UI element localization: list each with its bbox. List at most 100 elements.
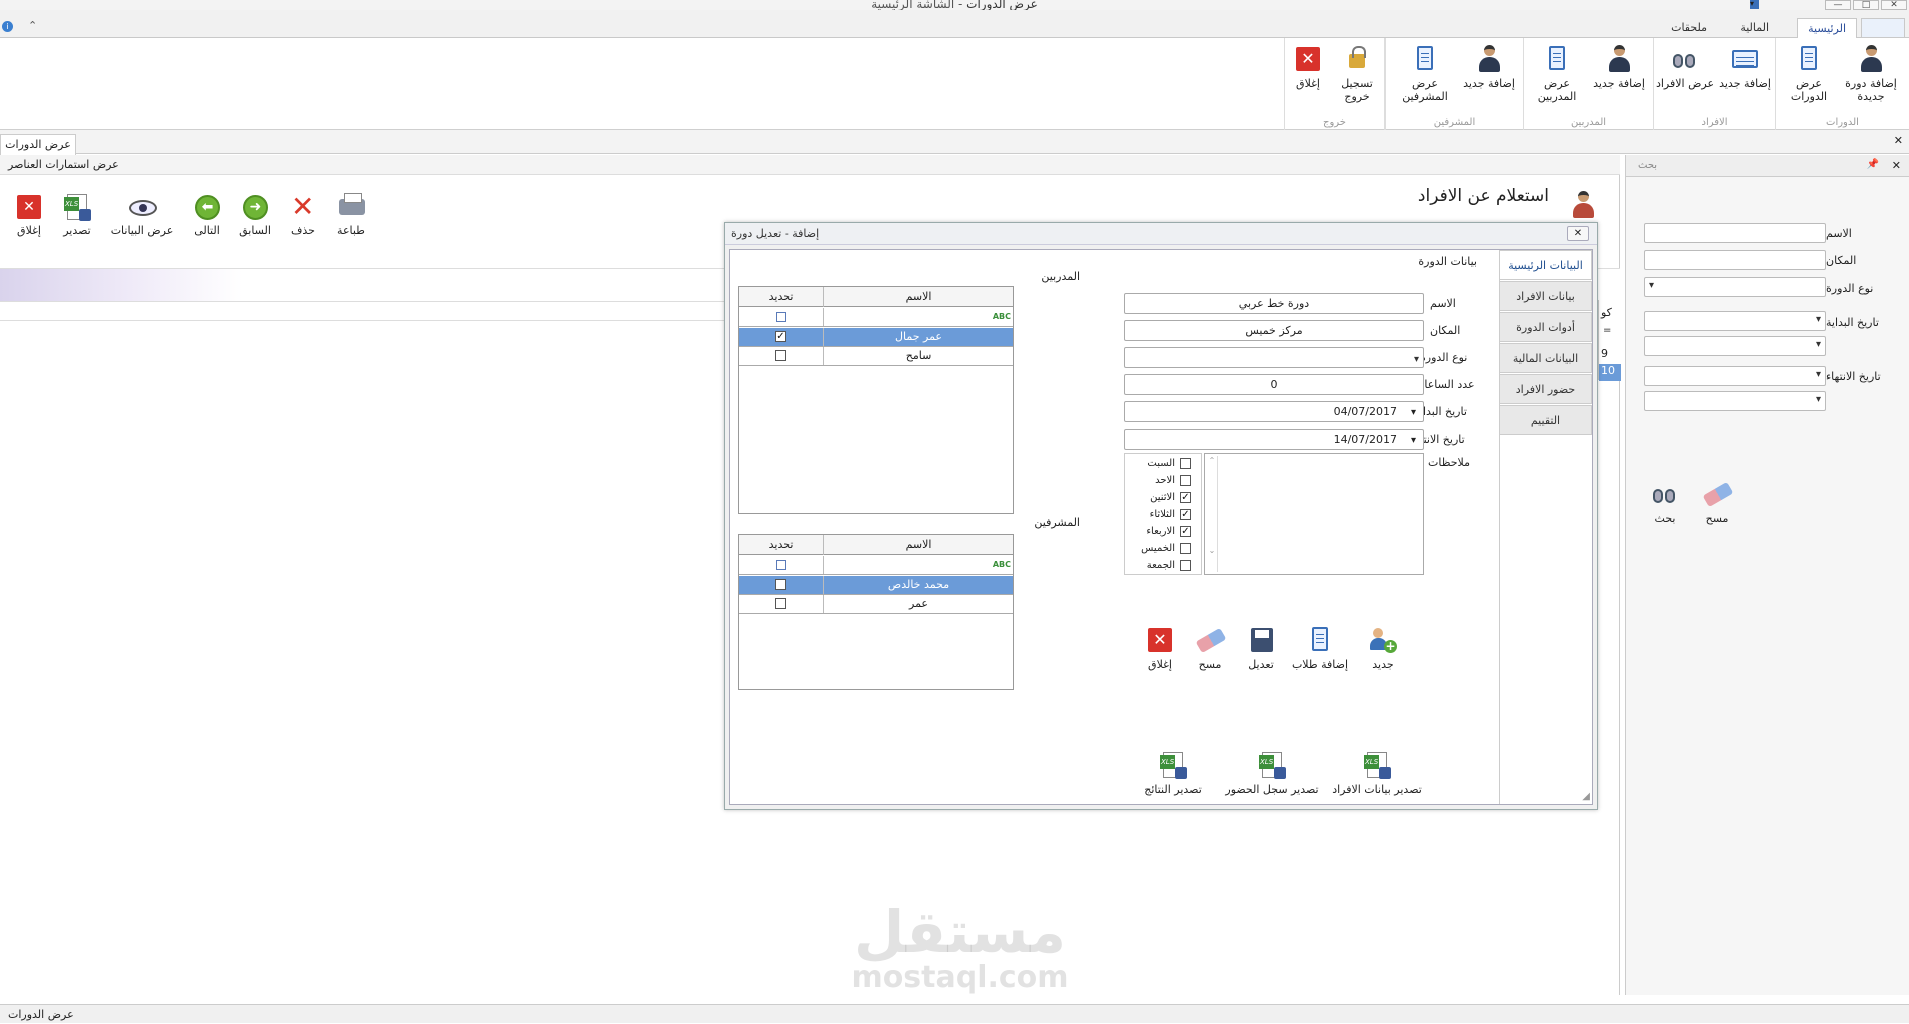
view-courses-button[interactable]: عرض الدورات	[1778, 44, 1840, 103]
table-row[interactable]: محمد خالدص	[739, 576, 1013, 595]
start-date-to-picker[interactable]	[1644, 336, 1826, 356]
info-icon[interactable]: i	[2, 21, 13, 32]
filter-icon[interactable]	[776, 312, 786, 322]
tab-financial-data[interactable]: البيانات المالية	[1500, 343, 1592, 373]
resize-grip-icon[interactable]: ◢	[1582, 791, 1590, 802]
row-checkbox[interactable]: ✓	[775, 331, 786, 342]
view-members-button[interactable]: عرض الافراد	[1654, 44, 1716, 90]
trainers-grid: تحديد الاسم ABC ✓ عمر جمال سامح	[738, 286, 1014, 514]
clear-search-button[interactable]: مسح	[1694, 479, 1740, 525]
day-checkbox[interactable]	[1180, 475, 1191, 486]
day-checkbox[interactable]: ✓	[1180, 509, 1191, 520]
day-checkbox[interactable]: ✓	[1180, 492, 1191, 503]
grid-cell[interactable]: 9	[1601, 347, 1608, 360]
previous-button[interactable]: ➜ السابق	[232, 192, 278, 238]
filter-icon[interactable]: =	[1603, 325, 1611, 336]
pin-icon[interactable]: 📌	[1867, 159, 1879, 170]
row-checkbox[interactable]	[775, 598, 786, 609]
dialog-close-button[interactable]: ✕	[1567, 226, 1589, 241]
end-date-picker[interactable]: 14/07/2017	[1124, 429, 1424, 450]
print-button[interactable]: طباعة	[328, 192, 374, 238]
maximize-button[interactable]: □	[1853, 0, 1879, 10]
add-course-button[interactable]: إضافة دورة جديدة	[1840, 44, 1902, 103]
tab-extras[interactable]: ملحقات	[1661, 18, 1717, 38]
row-checkbox[interactable]	[775, 350, 786, 361]
course-type-select[interactable]	[1124, 347, 1424, 369]
add-member-button[interactable]: إضافة جديد	[1714, 44, 1776, 90]
export-attendance-button[interactable]: تصدير سجل الحضور	[1224, 750, 1320, 797]
day-option[interactable]: الخميس	[1125, 541, 1201, 557]
day-checkbox[interactable]	[1180, 543, 1191, 554]
end-date-to-picker[interactable]	[1644, 391, 1826, 411]
course-type-select[interactable]	[1644, 277, 1826, 297]
day-checkbox[interactable]: ✓	[1180, 526, 1191, 537]
close-panel-icon[interactable]: ✕	[1892, 159, 1901, 172]
day-option[interactable]: ✓ الثلاثاء	[1125, 507, 1201, 523]
close-doc-icon[interactable]: ✕	[1894, 134, 1903, 147]
add-trainer-button[interactable]: إضافة جديد	[1588, 44, 1650, 90]
day-option[interactable]: السبت	[1125, 456, 1201, 472]
day-option[interactable]: الجمعة	[1125, 558, 1201, 574]
grid-cell[interactable]: 10	[1599, 364, 1621, 381]
delete-button[interactable]: ✕ حذف	[280, 192, 326, 238]
end-date-from-picker[interactable]	[1644, 366, 1826, 386]
filter-icon[interactable]	[776, 560, 786, 570]
col-name-header[interactable]: الاسم	[823, 287, 1013, 307]
search-place-input[interactable]	[1644, 250, 1826, 270]
search-button[interactable]: بحث	[1642, 479, 1688, 525]
dialog-body: بيانات الدورة البيانات الرئيسية بيانات ا…	[729, 249, 1593, 805]
tab-finance[interactable]: المالية	[1730, 18, 1779, 38]
tab-course-tools[interactable]: أدوات الدورة	[1500, 312, 1592, 342]
table-row[interactable]: ✓ عمر جمال	[739, 328, 1013, 347]
collapse-ribbon-icon[interactable]: ⌃	[28, 19, 37, 32]
view-supervisors-button[interactable]: عرض المشرفين	[1390, 44, 1460, 103]
add-students-button[interactable]: إضافة طلاب	[1288, 625, 1352, 672]
doc-tab-courses[interactable]: عرض الدورات	[0, 134, 76, 155]
day-option[interactable]: ✓ الاربعاء	[1125, 524, 1201, 540]
tab-attendance[interactable]: حضور الافراد	[1500, 374, 1592, 404]
view-data-button[interactable]: عرض البيانات	[110, 192, 174, 238]
day-checkbox[interactable]	[1180, 560, 1191, 571]
add-supervisor-button[interactable]: إضافة جديد	[1458, 44, 1520, 90]
col-select-header[interactable]: تحديد	[739, 287, 823, 307]
clear-button[interactable]: مسح	[1186, 625, 1234, 672]
col-select-header[interactable]: تحديد	[739, 535, 823, 555]
quick-access-dropdown-icon[interactable]: ▾	[1750, 0, 1759, 8]
export-button[interactable]: تصدير	[54, 192, 100, 238]
notes-textarea[interactable]: ⌃ ⌄	[1204, 453, 1424, 575]
tab-main-data[interactable]: البيانات الرئيسية	[1500, 250, 1592, 280]
start-date-from-picker[interactable]	[1644, 311, 1826, 331]
scrollbar[interactable]: ⌃ ⌄	[1207, 456, 1218, 572]
group-label: خروج	[1323, 117, 1346, 128]
search-name-input[interactable]	[1644, 223, 1826, 243]
logout-button[interactable]: تسجيل خروج	[1331, 44, 1383, 103]
close-button[interactable]: ✕ إغلاق	[1136, 625, 1184, 672]
row-checkbox[interactable]	[775, 579, 786, 590]
view-trainers-button[interactable]: عرض المدربين	[1526, 44, 1588, 103]
edit-button[interactable]: تعديل	[1237, 625, 1285, 672]
tab-members-data[interactable]: بيانات الافراد	[1500, 281, 1592, 311]
tab-main[interactable]: الرئيسية	[1797, 18, 1857, 39]
day-option[interactable]: الاحد	[1125, 473, 1201, 489]
app-menu-button[interactable]	[1861, 18, 1905, 38]
table-row[interactable]: عمر	[739, 595, 1013, 614]
table-row[interactable]: سامح	[739, 347, 1013, 366]
hours-input[interactable]: 0	[1124, 374, 1424, 395]
new-button[interactable]: + جديد	[1354, 625, 1412, 672]
minimize-button[interactable]: —	[1825, 0, 1851, 10]
course-place-input[interactable]: مركز خميس	[1124, 320, 1424, 341]
col-name-header[interactable]: الاسم	[823, 535, 1013, 555]
filter-row[interactable]: ABC	[739, 308, 1013, 327]
start-date-picker[interactable]: 04/07/2017	[1124, 401, 1424, 422]
day-checkbox[interactable]	[1180, 458, 1191, 469]
course-name-input[interactable]: دورة خط عربي	[1124, 293, 1424, 314]
next-button[interactable]: ⬅ التالى	[184, 192, 230, 238]
day-option[interactable]: ✓ الاثنين	[1125, 490, 1201, 506]
close-window-button[interactable]: ✕	[1881, 0, 1907, 10]
export-members-button[interactable]: تصدير بيانات الافراد	[1330, 750, 1424, 797]
close-app-button[interactable]: ✕ إغلاق	[1285, 44, 1331, 90]
tab-evaluation[interactable]: التقييم	[1500, 405, 1592, 435]
close-button[interactable]: ✕ إغلاق	[6, 192, 52, 238]
filter-row[interactable]: ABC	[739, 556, 1013, 575]
export-results-button[interactable]: تصدير النتائج	[1136, 750, 1210, 797]
